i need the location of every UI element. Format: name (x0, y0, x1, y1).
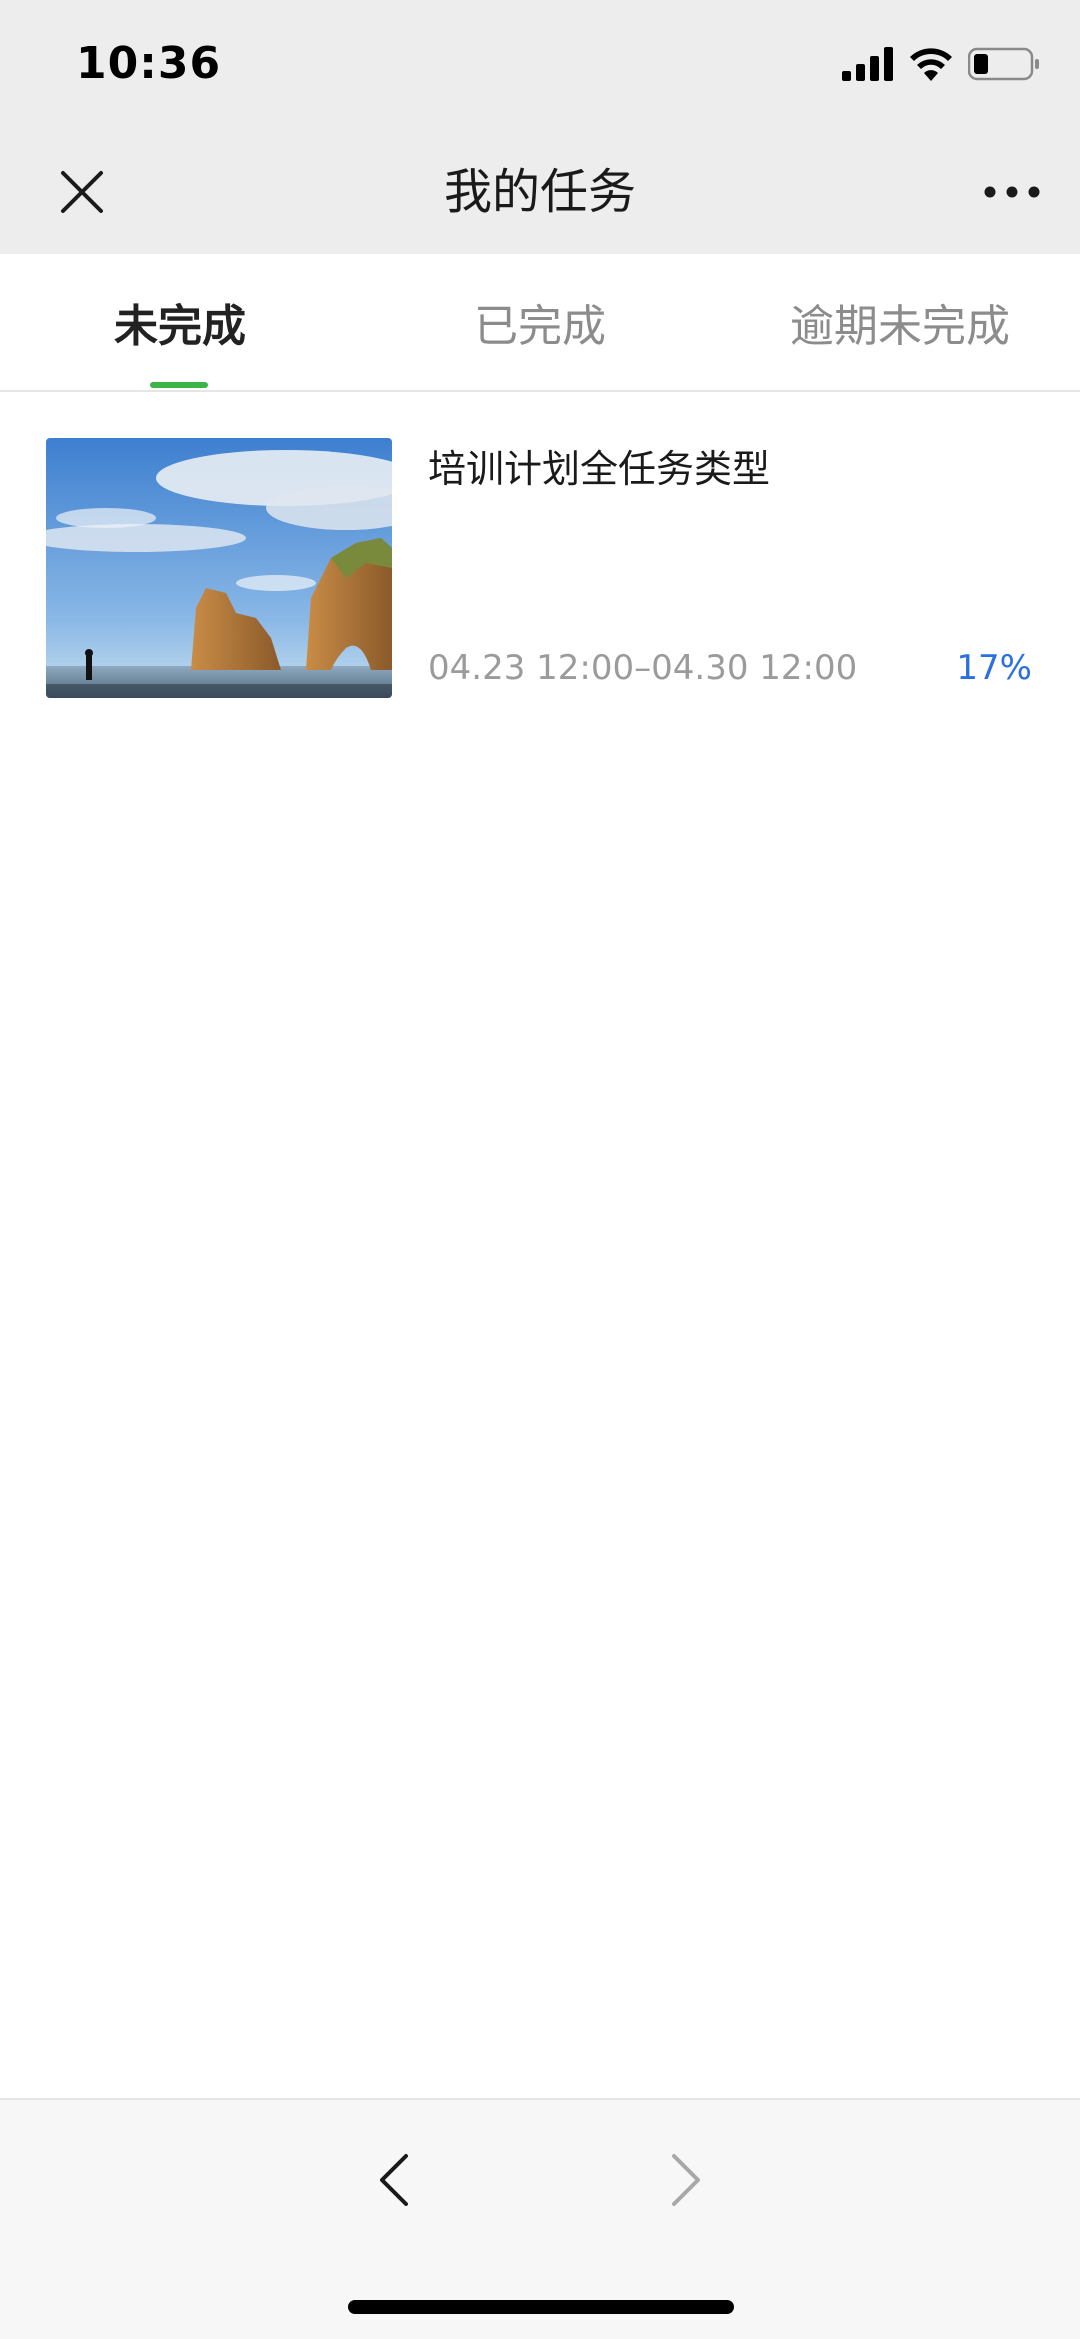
task-thumbnail (46, 438, 392, 698)
forward-button[interactable] (646, 2140, 726, 2220)
tab-overdue[interactable]: 逾期未完成 (720, 254, 1080, 390)
home-indicator[interactable] (348, 2300, 734, 2314)
status-icons (842, 46, 1040, 86)
wifi-icon (908, 47, 954, 85)
more-icon (984, 186, 1040, 198)
screen: 10:36 我的任务 未完成 已完成 逾期未完成 培训计划全任务类型 04.23… (0, 0, 1080, 2339)
tab-bar: 未完成 已完成 逾期未完成 (0, 254, 1080, 392)
top-area: 10:36 我的任务 (0, 0, 1080, 254)
page-title: 我的任务 (443, 164, 636, 220)
back-button[interactable] (354, 2140, 434, 2220)
task-title: 培训计划全任务类型 (428, 447, 771, 491)
status-time: 10:36 (76, 38, 222, 89)
chevron-left-icon (380, 2154, 408, 2206)
task-list-item[interactable]: 培训计划全任务类型 04.23 12:00–04.30 12:00 17% (0, 392, 1080, 712)
task-time-range: 04.23 12:00–04.30 12:00 (428, 648, 858, 688)
more-button[interactable] (974, 160, 1050, 224)
task-progress: 17% (956, 648, 1032, 688)
active-tab-indicator (150, 382, 208, 388)
status-bar: 10:36 (0, 0, 1080, 130)
chevron-right-icon (672, 2154, 700, 2206)
tab-incomplete[interactable]: 未完成 (0, 254, 360, 390)
tab-completed[interactable]: 已完成 (360, 254, 720, 390)
signal-icon (842, 47, 894, 85)
battery-icon (967, 47, 1040, 85)
nav-bar: 我的任务 (0, 130, 1080, 254)
